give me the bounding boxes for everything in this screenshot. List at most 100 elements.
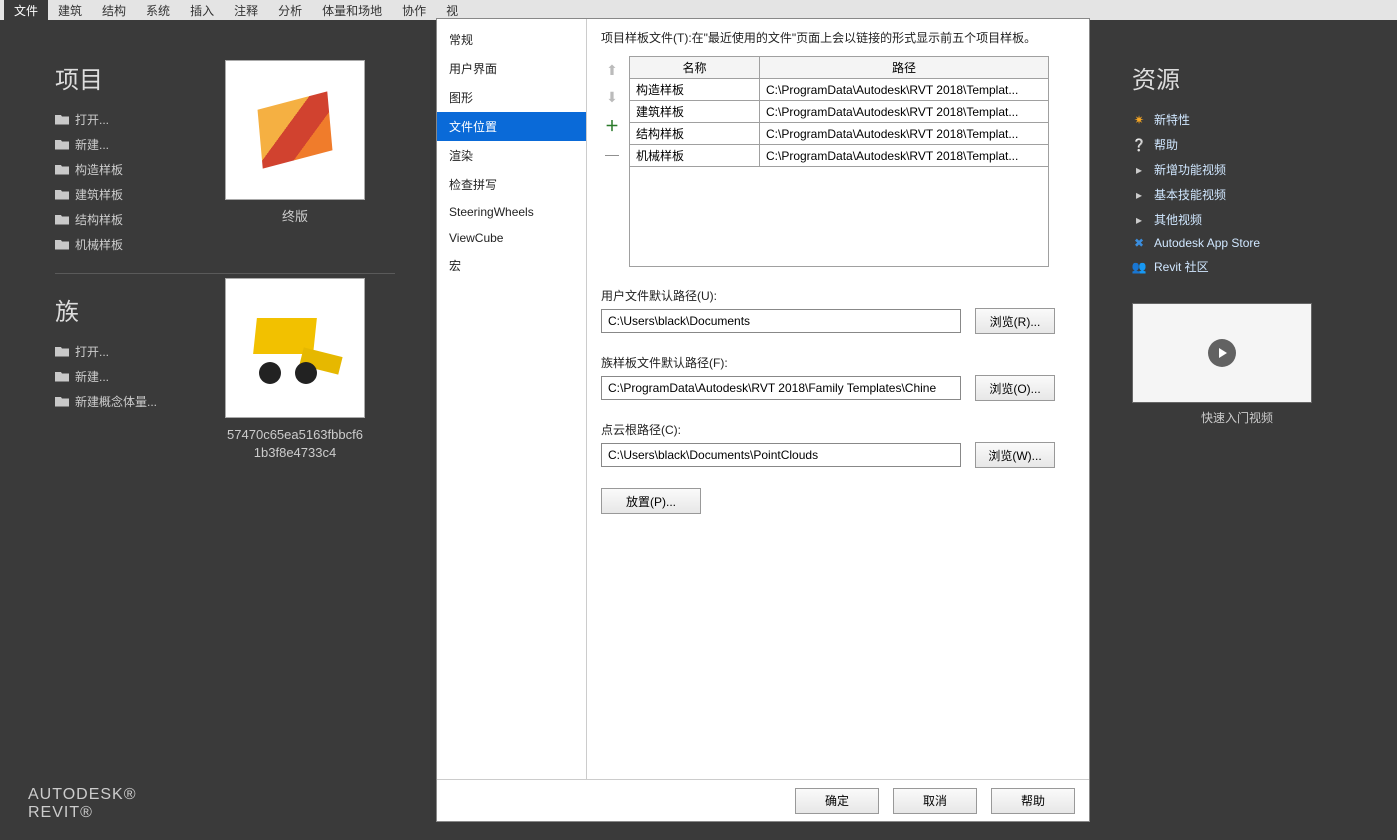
link-label: 结构样板 [75, 211, 123, 228]
folder-icon [55, 372, 69, 382]
ok-button[interactable]: 确定 [795, 788, 879, 814]
table-row[interactable]: 建筑样板C:\ProgramData\Autodesk\RVT 2018\Tem… [630, 101, 1049, 123]
play-icon: ▸ [1132, 188, 1146, 202]
resources-title: 资源 [1132, 60, 1342, 95]
family-path-browse-button[interactable]: 浏览(O)... [975, 375, 1055, 401]
play-icon: ▸ [1132, 163, 1146, 177]
user-path-input[interactable] [601, 309, 961, 333]
cell-name[interactable]: 建筑样板 [630, 101, 760, 123]
cell-path[interactable]: C:\ProgramData\Autodesk\RVT 2018\Templat… [760, 101, 1049, 123]
opt-file-locations[interactable]: 文件位置 [437, 112, 586, 141]
brand-line1: AUTODESK® [28, 786, 137, 804]
options-sidebar: 常规 用户界面 图形 文件位置 渲染 检查拼写 SteeringWheels V… [437, 19, 587, 779]
brand-line2: REVIT® [28, 804, 137, 822]
res-label: 新特性 [1154, 111, 1190, 128]
divider [55, 273, 395, 274]
table-row[interactable]: 构造样板C:\ProgramData\Autodesk\RVT 2018\Tem… [630, 79, 1049, 101]
col-name[interactable]: 名称 [630, 57, 760, 79]
cell-path[interactable]: C:\ProgramData\Autodesk\RVT 2018\Templat… [760, 123, 1049, 145]
cell-path[interactable]: C:\ProgramData\Autodesk\RVT 2018\Templat… [760, 79, 1049, 101]
options-main: 项目样板文件(T):在"最近使用的文件"页面上会以链接的形式显示前五个项目样板。… [587, 19, 1089, 779]
opt-spelling[interactable]: 检查拼写 [437, 170, 586, 199]
pointcloud-path-browse-button[interactable]: 浏览(W)... [975, 442, 1055, 468]
table-row[interactable]: 结构样板C:\ProgramData\Autodesk\RVT 2018\Tem… [630, 123, 1049, 145]
project-thumb-card[interactable]: 终版 [225, 60, 365, 226]
opt-rendering[interactable]: 渲染 [437, 141, 586, 170]
res-label: 新增功能视频 [1154, 161, 1226, 178]
places-button[interactable]: 放置(P)... [601, 488, 701, 514]
templates-description: 项目样板文件(T):在"最近使用的文件"页面上会以链接的形式显示前五个项目样板。 [601, 29, 1075, 46]
tab-collaborate[interactable]: 协作 [392, 0, 436, 21]
link-label: 打开... [75, 343, 109, 360]
star-icon: ✷ [1132, 113, 1146, 127]
tab-architecture[interactable]: 建筑 [48, 0, 92, 21]
project-thumb-label: 终版 [225, 208, 365, 226]
user-path-browse-button[interactable]: 浏览(R)... [975, 308, 1055, 334]
add-icon[interactable]: ＋ [605, 116, 619, 136]
remove-icon[interactable]: — [605, 146, 619, 162]
dialog-body: 常规 用户界面 图形 文件位置 渲染 检查拼写 SteeringWheels V… [437, 19, 1089, 779]
menu-bar: 文件 建筑 结构 系统 插入 注释 分析 体量和场地 协作 视 [0, 0, 1397, 20]
res-label: Autodesk App Store [1154, 236, 1260, 250]
resources-panel: 资源 ✷ 新特性 ❔帮助 ▸ 新增功能视频 ▸基本技能视频 ▸ 其他视频 ✖Autod… [1132, 60, 1342, 426]
quickstart-video-thumb[interactable] [1132, 303, 1312, 403]
cell-path[interactable]: C:\ProgramData\Autodesk\RVT 2018\Templat… [760, 145, 1049, 167]
tab-massing[interactable]: 体量和场地 [312, 0, 392, 21]
opt-ui[interactable]: 用户界面 [437, 54, 586, 83]
family-thumb-card[interactable]: 57470c65ea5163fbbcf61b3f8e4733c4 [225, 278, 365, 462]
table-tools: ⬆ ⬇ ＋ — [601, 56, 623, 267]
dialog-footer: 确定 取消 帮助 [437, 779, 1089, 821]
templates-table[interactable]: 名称 路径 构造样板C:\ProgramData\Autodesk\RVT 20… [629, 56, 1049, 167]
help-icon: ❔ [1132, 138, 1146, 152]
family-path-input[interactable] [601, 376, 961, 400]
res-new-features-video[interactable]: ▸ 新增功能视频 [1132, 157, 1342, 182]
folder-icon [55, 140, 69, 150]
building-icon [250, 90, 340, 170]
project-template-mechanical[interactable]: 机械样板 [55, 232, 395, 257]
res-label: 其他视频 [1154, 211, 1202, 228]
cancel-button[interactable]: 取消 [893, 788, 977, 814]
table-empty-area [629, 167, 1049, 267]
tab-insert[interactable]: 插入 [180, 0, 224, 21]
move-down-icon[interactable]: ⬇ [606, 89, 618, 106]
table-row[interactable]: 机械样板C:\ProgramData\Autodesk\RVT 2018\Tem… [630, 145, 1049, 167]
link-label: 机械样板 [75, 236, 123, 253]
tab-annotate[interactable]: 注释 [224, 0, 268, 21]
opt-steeringwheels[interactable]: SteeringWheels [437, 199, 586, 225]
help-button[interactable]: 帮助 [991, 788, 1075, 814]
opt-macros[interactable]: 宏 [437, 251, 586, 280]
tab-systems[interactable]: 系统 [136, 0, 180, 21]
col-path[interactable]: 路径 [760, 57, 1049, 79]
res-help[interactable]: ❔帮助 [1132, 132, 1342, 157]
quickstart-video-label: 快速入门视频 [1132, 409, 1342, 426]
move-up-icon[interactable]: ⬆ [606, 62, 618, 79]
file-icon [55, 240, 69, 250]
folder-icon [55, 115, 69, 125]
opt-graphics[interactable]: 图形 [437, 83, 586, 112]
res-whats-new[interactable]: ✷ 新特性 [1132, 107, 1342, 132]
loader-icon [245, 308, 345, 388]
pointcloud-path-label: 点云根路径(C): [601, 421, 1075, 438]
user-path-label: 用户文件默认路径(U): [601, 287, 1075, 304]
tab-structure[interactable]: 结构 [92, 0, 136, 21]
tab-file[interactable]: 文件 [4, 0, 48, 21]
project-thumb [225, 60, 365, 200]
res-essential-video[interactable]: ▸基本技能视频 [1132, 182, 1342, 207]
res-app-store[interactable]: ✖Autodesk App Store [1132, 232, 1342, 254]
templates-table-wrap: 名称 路径 构造样板C:\ProgramData\Autodesk\RVT 20… [629, 56, 1049, 267]
tab-analyze[interactable]: 分析 [268, 0, 312, 21]
opt-viewcube[interactable]: ViewCube [437, 225, 586, 251]
options-dialog: 常规 用户界面 图形 文件位置 渲染 检查拼写 SteeringWheels V… [436, 18, 1090, 822]
res-other-videos[interactable]: ▸ 其他视频 [1132, 207, 1342, 232]
cell-name[interactable]: 机械样板 [630, 145, 760, 167]
cell-name[interactable]: 构造样板 [630, 79, 760, 101]
res-community[interactable]: 👥Revit 社区 [1132, 254, 1342, 279]
cell-name[interactable]: 结构样板 [630, 123, 760, 145]
opt-general[interactable]: 常规 [437, 25, 586, 54]
play-icon: ▸ [1132, 213, 1146, 227]
pointcloud-path-input[interactable] [601, 443, 961, 467]
file-icon [55, 190, 69, 200]
link-label: 建筑样板 [75, 186, 123, 203]
res-label: Revit 社区 [1154, 258, 1209, 275]
family-thumb [225, 278, 365, 418]
